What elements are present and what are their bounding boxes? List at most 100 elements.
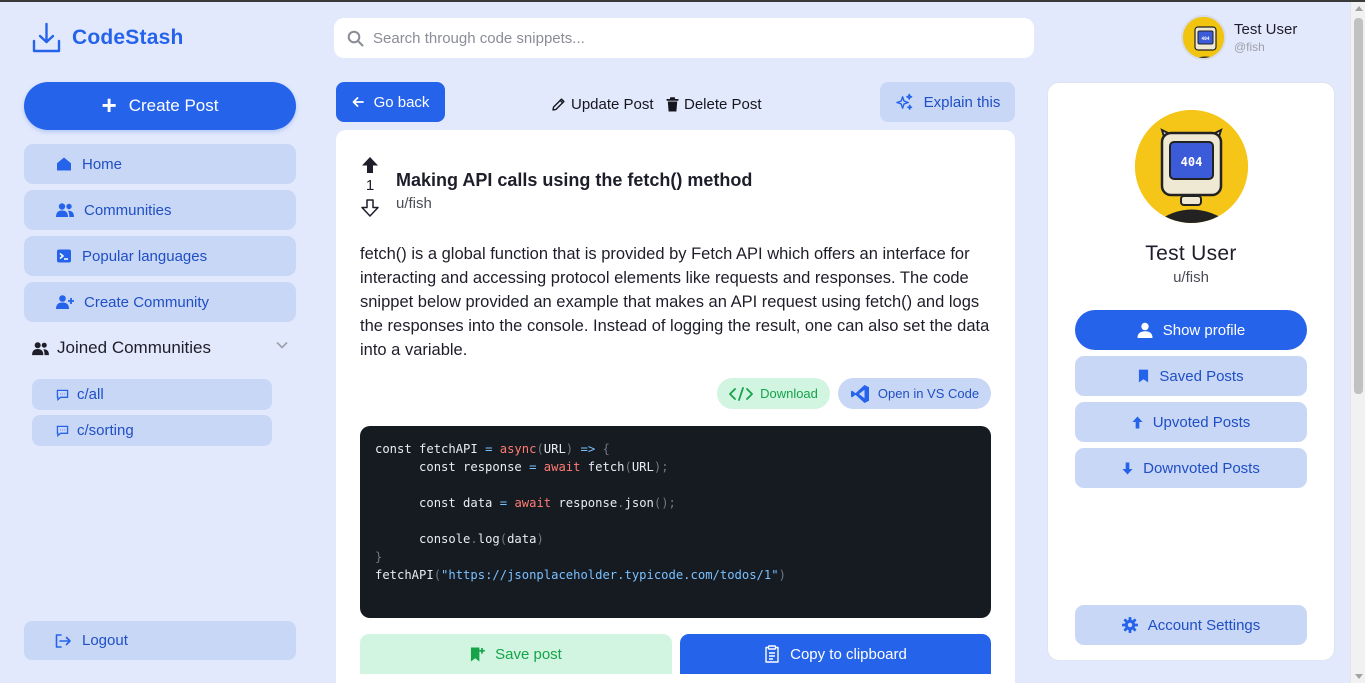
download-label: Download <box>760 386 818 401</box>
code-block[interactable]: const fetchAPI = async(URL) => { const r… <box>360 426 991 618</box>
update-post-label: Update Post <box>571 96 654 113</box>
joined-communities-toggle[interactable]: Joined Communities <box>32 338 288 358</box>
clipboard-icon <box>765 645 779 663</box>
downvoted-posts-label: Downvoted Posts <box>1143 459 1260 477</box>
vote-count: 1 <box>365 177 375 194</box>
avatar-label: 404 <box>1201 36 1209 42</box>
download-button[interactable]: Download <box>717 378 830 409</box>
app-logo[interactable]: CodeStash <box>32 22 184 54</box>
open-in-vscode-button[interactable]: Open in VS Code <box>838 378 991 409</box>
community-item-all[interactable]: c/all <box>32 379 272 410</box>
code-download-icon <box>729 386 753 401</box>
chat-icon <box>56 425 69 437</box>
explain-this-button[interactable]: Explain this <box>880 82 1015 122</box>
logout-button[interactable]: Logout <box>24 621 296 660</box>
user-icon <box>1137 322 1153 338</box>
arrow-left-icon <box>352 97 364 107</box>
vote-control: 1 <box>360 156 380 217</box>
code-line: console.log(data) <box>375 532 544 546</box>
create-post-button[interactable]: + Create Post <box>24 82 296 130</box>
sidebar-item-label: Home <box>82 155 123 173</box>
post-title: Making API calls using the fetch() metho… <box>396 170 753 190</box>
logout-label: Logout <box>82 632 128 649</box>
show-profile-button[interactable]: Show profile <box>1075 310 1307 350</box>
downvoted-posts-button[interactable]: Downvoted Posts <box>1075 448 1307 488</box>
download-tray-icon <box>32 22 61 53</box>
scroll-down-icon[interactable] <box>1355 674 1363 679</box>
avatar-robot-icon: 404 <box>1135 110 1248 223</box>
account-settings-button[interactable]: Account Settings <box>1075 605 1307 645</box>
user-menu[interactable]: 404 Test User @fish <box>1181 15 1297 60</box>
upvoted-posts-label: Upvoted Posts <box>1152 413 1251 431</box>
save-post-button[interactable]: Save post <box>360 634 672 674</box>
app-name: CodeStash <box>72 26 184 49</box>
delete-post-button[interactable]: Delete Post <box>666 96 762 113</box>
sidebar-item-label: Popular languages <box>82 247 208 265</box>
code-line: const fetchAPI = async(URL) => { <box>375 442 610 456</box>
save-post-label: Save post <box>495 645 562 663</box>
update-post-button[interactable]: Update Post <box>551 96 654 113</box>
delete-post-label: Delete Post <box>684 96 762 113</box>
joined-communities-label: Joined Communities <box>57 338 212 357</box>
account-settings-label: Account Settings <box>1147 616 1261 634</box>
sidebar-item-home[interactable]: Home <box>24 144 296 184</box>
trash-icon <box>666 97 679 112</box>
saved-posts-label: Saved Posts <box>1159 367 1244 385</box>
window-top-border <box>0 0 1365 2</box>
upvoted-posts-button[interactable]: Upvoted Posts <box>1075 402 1307 442</box>
post-body: fetch() is a global function that is pro… <box>360 245 990 359</box>
terminal-icon <box>57 249 71 263</box>
search-icon <box>347 30 364 46</box>
vscode-icon <box>850 384 869 403</box>
create-post-label: Create Post <box>128 96 219 115</box>
profile-avatar[interactable]: 404 <box>1135 110 1248 223</box>
sidebar-item-label: Communities <box>84 201 172 219</box>
community-label: c/sorting <box>77 422 134 439</box>
user-plus-icon <box>56 295 74 309</box>
profile-handle: u/fish <box>1173 269 1209 286</box>
profile-name: Test User <box>1145 242 1237 265</box>
user-handle: @fish <box>1234 40 1265 54</box>
arrow-down-icon <box>1122 462 1133 474</box>
search-input[interactable] <box>373 29 1013 47</box>
copy-label: Copy to clipboard <box>790 645 907 663</box>
plus-icon: + <box>101 90 117 120</box>
go-back-button[interactable]: Go back <box>336 82 445 122</box>
code-line: const data = await response.json(); <box>375 496 676 510</box>
logout-icon <box>55 633 71 648</box>
users-icon <box>56 203 74 217</box>
sparkles-icon <box>895 93 912 110</box>
code-line: } <box>375 550 383 564</box>
user-name: Test User <box>1234 21 1298 38</box>
post-card: 1 Making API calls using the fetch() met… <box>336 130 1015 683</box>
code-line: fetchAPI("https://jsonplaceholder.typico… <box>375 568 786 582</box>
chat-icon <box>56 389 69 401</box>
page-scrollbar[interactable] <box>1350 2 1365 683</box>
downvote-arrow-icon[interactable] <box>361 199 379 217</box>
avatar-label: 404 <box>1181 155 1203 169</box>
scroll-up-icon[interactable] <box>1355 6 1363 11</box>
explain-this-label: Explain this <box>923 93 1001 111</box>
show-profile-label: Show profile <box>1162 321 1246 339</box>
gear-icon <box>1121 617 1138 633</box>
go-back-label: Go back <box>373 93 430 111</box>
scrollbar-thumb[interactable] <box>1354 18 1363 394</box>
search-bar[interactable] <box>334 18 1034 58</box>
home-icon <box>57 157 71 171</box>
sidebar-item-communities[interactable]: Communities <box>24 190 296 230</box>
arrow-up-icon <box>1132 416 1143 428</box>
code-line: const response = await fetch(URL); <box>375 460 669 474</box>
sidebar-item-create-community[interactable]: Create Community <box>24 282 296 322</box>
copy-to-clipboard-button[interactable]: Copy to clipboard <box>680 634 991 674</box>
saved-posts-button[interactable]: Saved Posts <box>1075 356 1307 396</box>
upvote-arrow-icon[interactable] <box>361 156 379 174</box>
post-author[interactable]: u/fish <box>396 195 432 212</box>
sidebar-item-label: Create Community <box>84 293 210 311</box>
community-item-sorting[interactable]: c/sorting <box>32 415 272 446</box>
avatar[interactable]: 404 <box>1181 15 1226 60</box>
bookmark-icon <box>1139 369 1149 383</box>
code-url-string: "https://jsonplaceholder.typicode.com/to… <box>441 568 779 582</box>
sidebar-item-popular-languages[interactable]: Popular languages <box>24 236 296 276</box>
